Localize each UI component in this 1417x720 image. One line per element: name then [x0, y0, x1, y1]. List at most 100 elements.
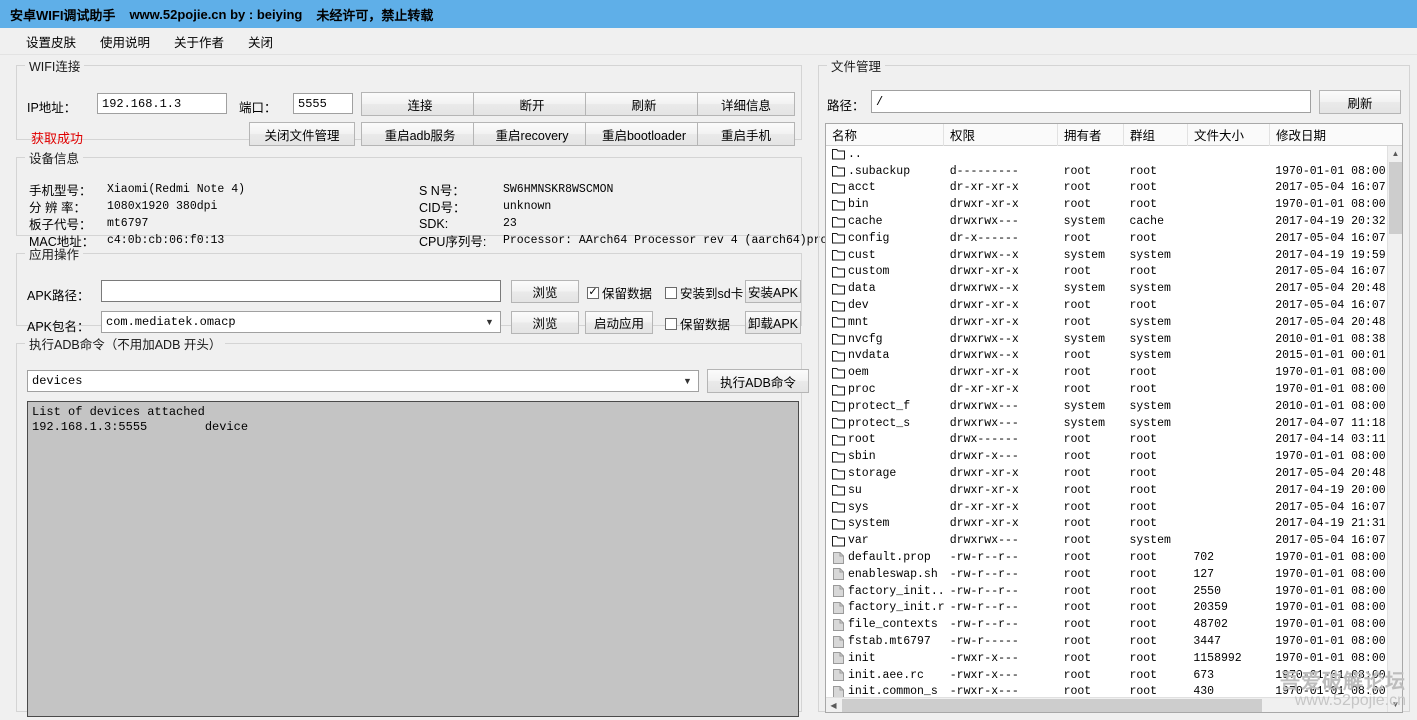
file-name-cell[interactable]: init.common_s	[826, 685, 944, 697]
file-list-horizontal-scrollbar[interactable]: ◀	[826, 697, 1387, 712]
column-header-group[interactable]: 群组	[1124, 124, 1188, 146]
uninstall-apk-button[interactable]: 卸载APK	[745, 311, 801, 334]
table-row[interactable]: procdr-xr-xr-xrootroot1970-01-01 08:00	[826, 381, 1387, 398]
file-name-cell[interactable]: storage	[826, 467, 944, 480]
chevron-down-icon[interactable]: ▼	[481, 312, 498, 332]
table-row[interactable]: sbindrwxr-x---rootroot1970-01-01 08:00	[826, 448, 1387, 465]
table-row[interactable]: vardrwxrwx---rootsystem2017-05-04 16:07	[826, 532, 1387, 549]
column-header-name[interactable]: 名称	[826, 124, 944, 146]
table-row[interactable]: rootdrwx------rootroot2017-04-14 03:11	[826, 432, 1387, 449]
file-name-cell[interactable]: nvdata	[826, 349, 944, 362]
file-name-cell[interactable]: custom	[826, 265, 944, 278]
file-name-cell[interactable]: cust	[826, 249, 944, 262]
ip-address-input[interactable]: 192.168.1.3	[97, 93, 227, 114]
file-name-cell[interactable]: sys	[826, 501, 944, 514]
table-row[interactable]: bindrwxr-xr-xrootroot1970-01-01 08:00	[826, 196, 1387, 213]
file-name-cell[interactable]: factory_init.rc	[826, 601, 944, 614]
table-row[interactable]: nvdatadrwxrwx--xrootsystem2015-01-01 00:…	[826, 348, 1387, 365]
scroll-up-icon[interactable]: ▲	[1388, 146, 1403, 161]
table-row[interactable]: customdrwxr-xr-xrootroot2017-05-04 16:07	[826, 264, 1387, 281]
table-row[interactable]: storagedrwxr-xr-xrootroot2017-05-04 20:4…	[826, 465, 1387, 482]
detail-info-button[interactable]: 详细信息	[697, 92, 795, 116]
file-name-cell[interactable]: init.aee.rc	[826, 669, 944, 682]
menu-item-close[interactable]: 关闭	[236, 29, 285, 54]
table-row[interactable]: acctdr-xr-xr-xrootroot2017-05-04 16:07	[826, 180, 1387, 197]
keep-data-install-checkbox[interactable]: ✓ 保留数据	[587, 283, 652, 302]
file-name-cell[interactable]: oem	[826, 366, 944, 379]
chevron-down-icon[interactable]: ▼	[679, 371, 696, 391]
path-input[interactable]: /	[871, 90, 1311, 113]
file-name-cell[interactable]: init	[826, 652, 944, 665]
file-name-cell[interactable]: protect_s	[826, 417, 944, 430]
reboot-phone-button[interactable]: 重启手机	[697, 122, 795, 146]
apk-path-input[interactable]	[101, 280, 501, 302]
file-name-cell[interactable]: factory_init....	[826, 585, 944, 598]
table-row[interactable]: protect_sdrwxrwx---systemsystem2017-04-0…	[826, 415, 1387, 432]
file-name-cell[interactable]: config	[826, 232, 944, 245]
launch-app-button[interactable]: 启动应用	[585, 311, 653, 334]
table-row[interactable]: configdr-x------rootroot2017-05-04 16:07	[826, 230, 1387, 247]
table-row[interactable]: cachedrwxrwx---systemcache2017-04-19 20:…	[826, 213, 1387, 230]
apk-package-combo[interactable]: com.mediatek.omacp ▼	[101, 311, 501, 333]
table-row[interactable]: protect_fdrwxrwx---systemsystem2010-01-0…	[826, 398, 1387, 415]
close-file-manager-button[interactable]: 关闭文件管理	[249, 122, 355, 146]
table-row[interactable]: enableswap.sh-rw-r--r--rootroot1271970-0…	[826, 566, 1387, 583]
port-input[interactable]: 5555	[293, 93, 353, 114]
file-name-cell[interactable]: proc	[826, 383, 944, 396]
file-name-cell[interactable]: default.prop	[826, 551, 944, 564]
file-name-cell[interactable]: data	[826, 282, 944, 295]
menu-item-help[interactable]: 使用说明	[88, 29, 162, 54]
table-row[interactable]: init.common_s-rwxr-x---rootroot4301970-0…	[826, 684, 1387, 698]
install-apk-button[interactable]: 安装APK	[745, 280, 801, 303]
run-adb-command-button[interactable]: 执行ADB命令	[707, 369, 809, 393]
file-name-cell[interactable]: root	[826, 433, 944, 446]
refresh-button[interactable]: 刷新	[585, 92, 703, 116]
file-name-cell[interactable]: fstab.mt6797	[826, 635, 944, 648]
file-list-body[interactable]: .. .subackupd---------rootroot1970-01-01 …	[826, 146, 1387, 697]
column-header-perm[interactable]: 权限	[944, 124, 1058, 146]
file-name-cell[interactable]: acct	[826, 181, 944, 194]
file-name-cell[interactable]: sbin	[826, 450, 944, 463]
table-row[interactable]: devdrwxr-xr-xrootroot2017-05-04 16:07	[826, 297, 1387, 314]
menu-item-skin[interactable]: 设置皮肤	[14, 29, 88, 54]
file-name-cell[interactable]: ..	[826, 148, 944, 161]
table-row[interactable]: fstab.mt6797-rw-r-----rootroot34471970-0…	[826, 633, 1387, 650]
file-name-cell[interactable]: bin	[826, 198, 944, 211]
file-list-vertical-scrollbar[interactable]: ▲ ▼	[1387, 146, 1402, 712]
file-name-cell[interactable]: file_contexts	[826, 618, 944, 631]
vertical-scroll-thumb[interactable]	[1389, 162, 1402, 234]
file-refresh-button[interactable]: 刷新	[1319, 90, 1401, 114]
table-row[interactable]: init.aee.rc-rwxr-x---rootroot6731970-01-…	[826, 667, 1387, 684]
table-row[interactable]: nvcfgdrwxrwx--xsystemsystem2010-01-01 08…	[826, 331, 1387, 348]
connect-button[interactable]: 连接	[361, 92, 479, 116]
table-row[interactable]: systemdrwxr-xr-xrootroot2017-04-19 21:31	[826, 516, 1387, 533]
scroll-down-icon[interactable]: ▼	[1388, 697, 1403, 712]
column-header-date[interactable]: 修改日期	[1270, 124, 1388, 146]
menu-item-about[interactable]: 关于作者	[162, 29, 236, 54]
table-row[interactable]: default.prop-rw-r--r--rootroot7021970-01…	[826, 549, 1387, 566]
table-row[interactable]: factory_init....-rw-r--r--rootroot255019…	[826, 583, 1387, 600]
file-name-cell[interactable]: cache	[826, 215, 944, 228]
file-name-cell[interactable]: dev	[826, 299, 944, 312]
file-name-cell[interactable]: .subackup	[826, 165, 944, 178]
reboot-recovery-button[interactable]: 重启recovery	[473, 122, 591, 146]
install-to-sd-checkbox[interactable]: 安装到sd卡	[665, 283, 743, 302]
column-header-owner[interactable]: 拥有者	[1058, 124, 1124, 146]
browse-apk-package-button[interactable]: 浏览	[511, 311, 579, 334]
table-row[interactable]: sudrwxr-xr-xrootroot2017-04-19 20:00	[826, 482, 1387, 499]
table-row[interactable]: custdrwxrwx--xsystemsystem2017-04-19 19:…	[826, 247, 1387, 264]
file-list[interactable]: 名称 权限 拥有者 群组 文件大小 修改日期 ...subackupd-----…	[825, 123, 1403, 713]
scroll-left-icon[interactable]: ◀	[826, 698, 841, 713]
restart-adb-button[interactable]: 重启adb服务	[361, 122, 479, 146]
table-row[interactable]: datadrwxrwx--xsystemsystem2017-05-04 20:…	[826, 280, 1387, 297]
file-name-cell[interactable]: protect_f	[826, 400, 944, 413]
table-row[interactable]: file_contexts-rw-r--r--rootroot487021970…	[826, 616, 1387, 633]
browse-apk-path-button[interactable]: 浏览	[511, 280, 579, 303]
reboot-bootloader-button[interactable]: 重启bootloader	[585, 122, 703, 146]
table-row[interactable]: .subackupd---------rootroot1970-01-01 08…	[826, 163, 1387, 180]
file-name-cell[interactable]: system	[826, 517, 944, 530]
table-row[interactable]: init-rwxr-x---rootroot11589921970-01-01 …	[826, 650, 1387, 667]
adb-output-console[interactable]: List of devices attached 192.168.1.3:555…	[27, 401, 799, 717]
table-row[interactable]: factory_init.rc-rw-r--r--rootroot2035919…	[826, 600, 1387, 617]
file-name-cell[interactable]: nvcfg	[826, 333, 944, 346]
